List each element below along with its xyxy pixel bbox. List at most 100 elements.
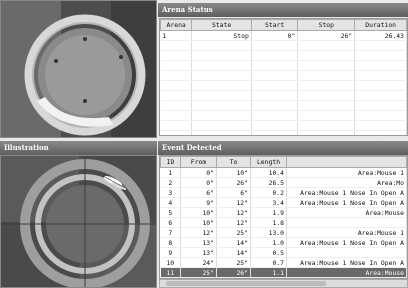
event-table-row[interactable]: 3 6" 6" 0.2 Area:Mouse 1 Nose In Open A [160,187,407,198]
event-table-cell: 26" [216,177,251,188]
arena-table-row[interactable] [160,120,407,131]
event-table-row[interactable]: 5 10" 12" 1.9 Area:Mouse [160,207,407,218]
arena-table-cell [251,100,299,111]
event-table-row[interactable]: 2 0" 26" 26.5 Area:Mo [160,177,407,188]
event-table-cell: 10" [180,207,217,218]
event-table-cell: 4 [160,197,181,208]
event-table-cell: 0.2 [250,187,287,198]
arena-table-cell [354,70,407,81]
arena-table-column-header[interactable]: State [191,19,252,31]
event-table-cell: 25" [216,257,251,268]
arena-table-row[interactable] [160,50,407,61]
event-table-cell: 0.7 [250,257,287,268]
event-table-cell: 12" [216,197,251,208]
event-table-column-header[interactable] [286,156,407,168]
arena-table-row[interactable] [160,130,407,135]
event-table-cell: 1.8 [250,217,287,228]
scrollbar-thumb[interactable] [166,281,326,286]
event-table-row[interactable]: 9 13" 14" 0.5 [160,247,407,258]
event-table-cell: 0" [180,177,217,188]
arena-status-table: Arena State Start Stop Duration 1 Stop 0" 26" 26… [159,18,408,136]
event-table-cell: 10" [180,217,217,228]
arena-table-cell [354,50,407,61]
event-table-cell: 25" [216,227,251,238]
event-table-cell: 11 [160,267,181,278]
arena-table-row[interactable]: 1 Stop 0" 26" 26.43 [160,30,407,41]
arena-table-cell [297,70,356,81]
arena-table-row[interactable] [160,80,407,91]
event-table-cell [286,247,407,258]
event-table-row[interactable]: 11 25" 26" 1.1 Area:Mouse [160,267,407,278]
event-table-cell: 7 [160,227,181,238]
event-table-cell: 24" [180,257,217,268]
event-table-cell: Area:Mouse 1 [286,167,407,178]
arena-table-row[interactable] [160,60,407,71]
arena-table-column-header[interactable]: Stop [297,19,356,31]
event-table-cell: 6" [216,187,251,198]
arena-table-cell [354,60,407,71]
arena-table-cell [251,50,299,61]
arena-table-cell: 26.43 [354,30,407,41]
arena-table-cell [191,90,252,101]
arena-table-cell [251,90,299,101]
arena-table-cell [191,40,252,51]
arena-status-title: Arena Status [158,3,408,17]
arena-table-cell [251,120,299,131]
event-table-column-header[interactable]: ID [160,156,181,168]
arena-table-column-header[interactable]: Start [250,19,299,31]
arena-table-cell [191,60,252,71]
arena-table-cell [191,50,252,61]
event-table-row[interactable]: 4 9" 12" 3.4 Area:Mouse 1 Nose In Open A [160,197,407,208]
event-table-column-header[interactable]: To [216,156,251,168]
event-table-column-header[interactable]: Length [250,156,287,168]
arena-table-cell [297,80,356,91]
arena-table-cell: 26" [297,30,356,41]
arena-table-row[interactable] [160,70,407,81]
arena-table-cell [297,60,356,71]
arena-table-cell [160,100,193,111]
arena-table-cell [191,100,252,111]
arena-table-cell [251,80,299,91]
illustration-title: Illustration [0,141,157,155]
arena-table-cell [354,40,407,51]
event-table-cell: 12" [216,207,251,218]
arena-table-cell [354,120,407,131]
arena-table-cell [354,100,407,111]
event-table-row[interactable]: 7 12" 25" 13.0 Area:Mouse 1 [160,227,407,238]
event-table-row[interactable]: 8 13" 14" 1.0 Area:Mouse 1 Nose In Open A [160,237,407,248]
event-table-cell: 0" [180,167,217,178]
arena-table-row[interactable] [160,110,407,121]
event-table-cell: 14" [216,247,251,258]
arena-table-column-header[interactable]: Duration [354,19,407,31]
event-table-cell: 6 [160,217,181,228]
event-table-cell: 1.9 [250,207,287,218]
event-table-cell: 26" [216,267,251,278]
horizontal-scrollbar[interactable] [159,279,408,288]
event-table-cell: Area:Mouse 1 Nose In Open A [286,187,407,198]
arena-table-cell [251,60,299,71]
arena-table-cell [297,100,356,111]
event-table-cell: Area:Mouse [286,267,407,278]
event-table-cell: Area:Mouse 1 [286,227,407,238]
event-table-row[interactable]: 1 0" 10" 10.4 Area:Mouse 1 [160,167,407,178]
event-table-cell: 9 [160,247,181,258]
event-detected-title: Event Detected [158,141,408,155]
arena-table-cell [297,130,356,135]
arena-table-column-header[interactable]: Arena [160,19,193,31]
arena-table-cell [297,40,356,51]
arena-table-cell [191,110,252,121]
event-table-row[interactable]: 10 24" 25" 0.7 Area:Mouse 1 Nose In Open A [160,257,407,268]
event-table-column-header[interactable]: From [180,156,217,168]
arena-table-cell: 1 [160,30,193,41]
arena-table-cell [251,70,299,81]
event-table-row[interactable]: 6 10" 12" 1.8 [160,217,407,228]
illustration-view [0,155,157,288]
arena-table-row[interactable] [160,90,407,101]
arena-table-cell [160,120,193,131]
video-view [0,0,157,138]
event-table-cell: 1.1 [250,267,287,278]
arena-table-row[interactable] [160,100,407,111]
event-table-cell: 2 [160,177,181,188]
arena-camera-frame [1,1,156,137]
arena-table-row[interactable] [160,40,407,51]
